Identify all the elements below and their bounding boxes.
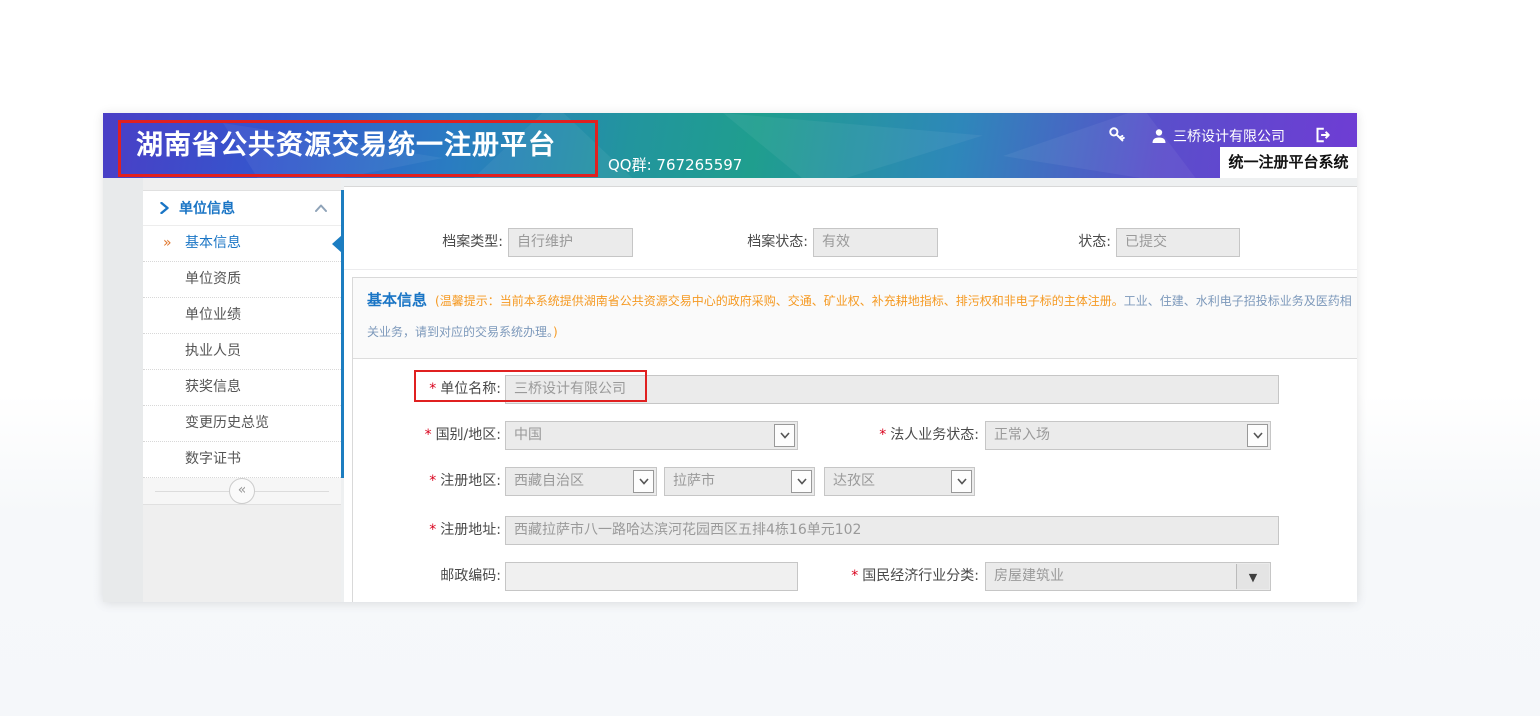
address-field: 西藏拉萨市八一路哈达滨河花园西区五排4栋16单元102 <box>505 516 1279 545</box>
legal-status-value: 正常入场 <box>994 427 1050 443</box>
unit-name-label: *单位名称: <box>353 375 501 404</box>
tab-unified-registration-system[interactable]: 统一注册平台系统 <box>1220 147 1357 178</box>
sidebar-item-unit-qualification[interactable]: 单位资质 <box>143 262 341 298</box>
country-value: 中国 <box>514 427 542 443</box>
required-mark: * <box>429 522 436 538</box>
archive-type-field: 自行维护 <box>508 228 633 257</box>
archive-status-label: 档案状态: <box>649 228 808 256</box>
key-icon[interactable] <box>1108 126 1126 144</box>
region-city-value: 拉萨市 <box>673 473 715 489</box>
required-mark: * <box>429 473 436 489</box>
chevron-down-icon <box>951 470 972 493</box>
status-field: 已提交 <box>1116 228 1240 257</box>
region-label: *注册地区: <box>353 467 501 496</box>
required-mark: * <box>429 381 436 397</box>
section-title: 基本信息 <box>367 291 427 309</box>
chevron-down-icon <box>633 470 654 493</box>
sidebar-item-label: 获奖信息 <box>185 379 241 395</box>
sidebar-item-label: 单位资质 <box>185 271 241 287</box>
sidebar-item-digital-certificate[interactable]: 数字证书 <box>143 442 341 478</box>
section-header: 基本信息 (温馨提示：当前本系统提供湖南省公共资源交易中心的政府采购、交通、矿业权… <box>353 278 1357 359</box>
required-mark: * <box>851 568 858 584</box>
address-label: *注册地址: <box>353 516 501 545</box>
sidebar-item-label: 执业人员 <box>185 343 241 359</box>
region-city-select[interactable]: 拉萨市 <box>664 467 815 496</box>
page-title: 湖南省公共资源交易统一注册平台 <box>136 113 556 178</box>
active-item-marker-icon: » <box>163 226 172 261</box>
sidebar-item-unit-performance[interactable]: 单位业绩 <box>143 298 341 334</box>
chevron-right-icon <box>160 202 169 214</box>
postal-industry-row: 邮政编码: *国民经济行业分类: 房屋建筑业 ▼ <box>353 562 1357 591</box>
region-district-select[interactable]: 达孜区 <box>824 467 975 496</box>
content-body: 单位信息 » 基本信息 单位资质 单位业绩 <box>103 178 1357 602</box>
region-row: *注册地区: 西藏自治区 拉萨市 达孜区 <box>353 467 1357 496</box>
section-notice-close: ) <box>553 325 558 339</box>
sidebar-item-label: 变更历史总览 <box>185 415 269 431</box>
sidebar-item-label: 数字证书 <box>185 451 241 467</box>
triangle-down-icon: ▼ <box>1236 564 1269 589</box>
sidebar-item-change-history[interactable]: 变更历史总览 <box>143 406 341 442</box>
app-window: 湖南省公共资源交易统一注册平台 QQ群: 767265597 三桥设计有限公司 … <box>103 113 1357 602</box>
country-status-row: *国别/地区: 中国 *法人业务状态: 正常入场 <box>353 421 1357 450</box>
left-gutter <box>103 178 143 602</box>
chevron-down-icon <box>791 470 812 493</box>
legal-status-label: *法人业务状态: <box>659 421 979 450</box>
qq-group-label: QQ群: 767265597 <box>608 154 742 175</box>
section-notice-orange: (温馨提示：当前本系统提供湖南省公共资源交易中心的政府采购、交通、矿业权、补充耕… <box>435 294 1124 308</box>
industry-select[interactable]: 房屋建筑业 ▼ <box>985 562 1271 591</box>
archive-status-field: 有效 <box>813 228 938 257</box>
region-province-value: 西藏自治区 <box>514 473 584 489</box>
sidebar-group-label: 单位信息 <box>179 198 315 218</box>
address-row: *注册地址: 西藏拉萨市八一路哈达滨河花园西区五排4栋16单元102 <box>353 516 1357 545</box>
main-panel: 档案类型: 自行维护 档案状态: 有效 状态: 已提交 基本信息 (温馨提示：当前… <box>344 186 1357 602</box>
basic-info-section: 基本信息 (温馨提示：当前本系统提供湖南省公共资源交易中心的政府采购、交通、矿业权… <box>352 277 1357 602</box>
legal-status-select[interactable]: 正常入场 <box>985 421 1271 450</box>
sidebar-item-label: 基本信息 <box>185 235 241 251</box>
archive-type-label: 档案类型: <box>344 228 503 256</box>
divider <box>344 269 1357 270</box>
chevron-up-icon[interactable] <box>315 204 327 212</box>
user-icon <box>1151 128 1167 144</box>
required-mark: * <box>879 427 886 443</box>
header-decor-triangle <box>723 113 983 178</box>
unit-name-field: 三桥设计有限公司 <box>505 375 1279 404</box>
sidebar-collapse-row: « <box>143 478 341 505</box>
logout-icon[interactable] <box>1313 126 1331 144</box>
sidebar-menu: 单位信息 » 基本信息 单位资质 单位业绩 <box>143 190 341 478</box>
app-header: 湖南省公共资源交易统一注册平台 QQ群: 767265597 三桥设计有限公司 … <box>103 113 1357 178</box>
sidebar-item-basic-info[interactable]: » 基本信息 <box>143 226 341 262</box>
postal-code-label: 邮政编码: <box>353 562 501 591</box>
sidebar-item-label: 单位业绩 <box>185 307 241 323</box>
industry-label: *国民经济行业分类: <box>659 562 979 591</box>
region-district-value: 达孜区 <box>833 473 875 489</box>
current-user[interactable]: 三桥设计有限公司 <box>1151 126 1285 146</box>
country-label: *国别/地区: <box>353 421 501 450</box>
status-label: 状态: <box>952 228 1111 256</box>
sidebar-items: » 基本信息 单位资质 单位业绩 执业人员 获奖信息 <box>143 226 341 478</box>
section-body: *单位名称: 三桥设计有限公司 *国别/地区: 中国 *法人业务状态: 正常入场 <box>353 375 1357 602</box>
sidebar-item-practitioners[interactable]: 执业人员 <box>143 334 341 370</box>
sidebar-group-unit-info[interactable]: 单位信息 <box>143 191 341 226</box>
region-province-select[interactable]: 西藏自治区 <box>505 467 657 496</box>
chevron-down-icon <box>1247 424 1268 447</box>
sidebar-collapse-button[interactable]: « <box>229 478 255 504</box>
double-angle-left-icon: « <box>238 482 247 498</box>
unit-name-row: *单位名称: 三桥设计有限公司 <box>353 375 1357 404</box>
user-company-name: 三桥设计有限公司 <box>1173 126 1285 146</box>
sidebar: 单位信息 » 基本信息 单位资质 单位业绩 <box>143 178 341 602</box>
sidebar-item-awards[interactable]: 获奖信息 <box>143 370 341 406</box>
industry-value: 房屋建筑业 <box>994 568 1064 584</box>
required-mark: * <box>425 427 432 443</box>
